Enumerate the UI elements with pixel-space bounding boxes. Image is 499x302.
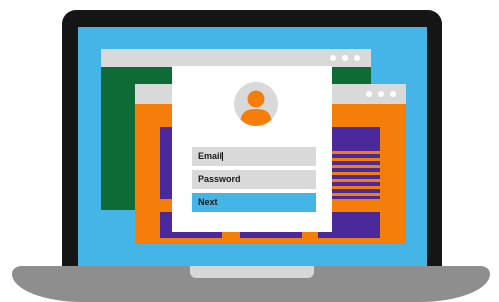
next-button[interactable]: Next <box>192 193 316 212</box>
text-cursor <box>222 152 224 162</box>
email-field-label: Email <box>198 151 223 161</box>
user-avatar-icon <box>234 82 278 126</box>
email-field[interactable]: Email <box>192 147 316 166</box>
window-dot-icon <box>354 55 360 61</box>
window-dot-icon <box>342 55 348 61</box>
next-button-label: Next <box>198 197 218 207</box>
password-field[interactable]: Password <box>192 170 316 189</box>
laptop-notch <box>190 266 314 278</box>
window-dot-icon <box>390 91 396 97</box>
window-dot-icon <box>330 55 336 61</box>
password-field-label: Password <box>198 174 241 184</box>
window-dot-icon <box>378 91 384 97</box>
window-dot-icon <box>366 91 372 97</box>
back-window-controls[interactable] <box>330 55 364 61</box>
front-window-controls[interactable] <box>366 91 400 97</box>
